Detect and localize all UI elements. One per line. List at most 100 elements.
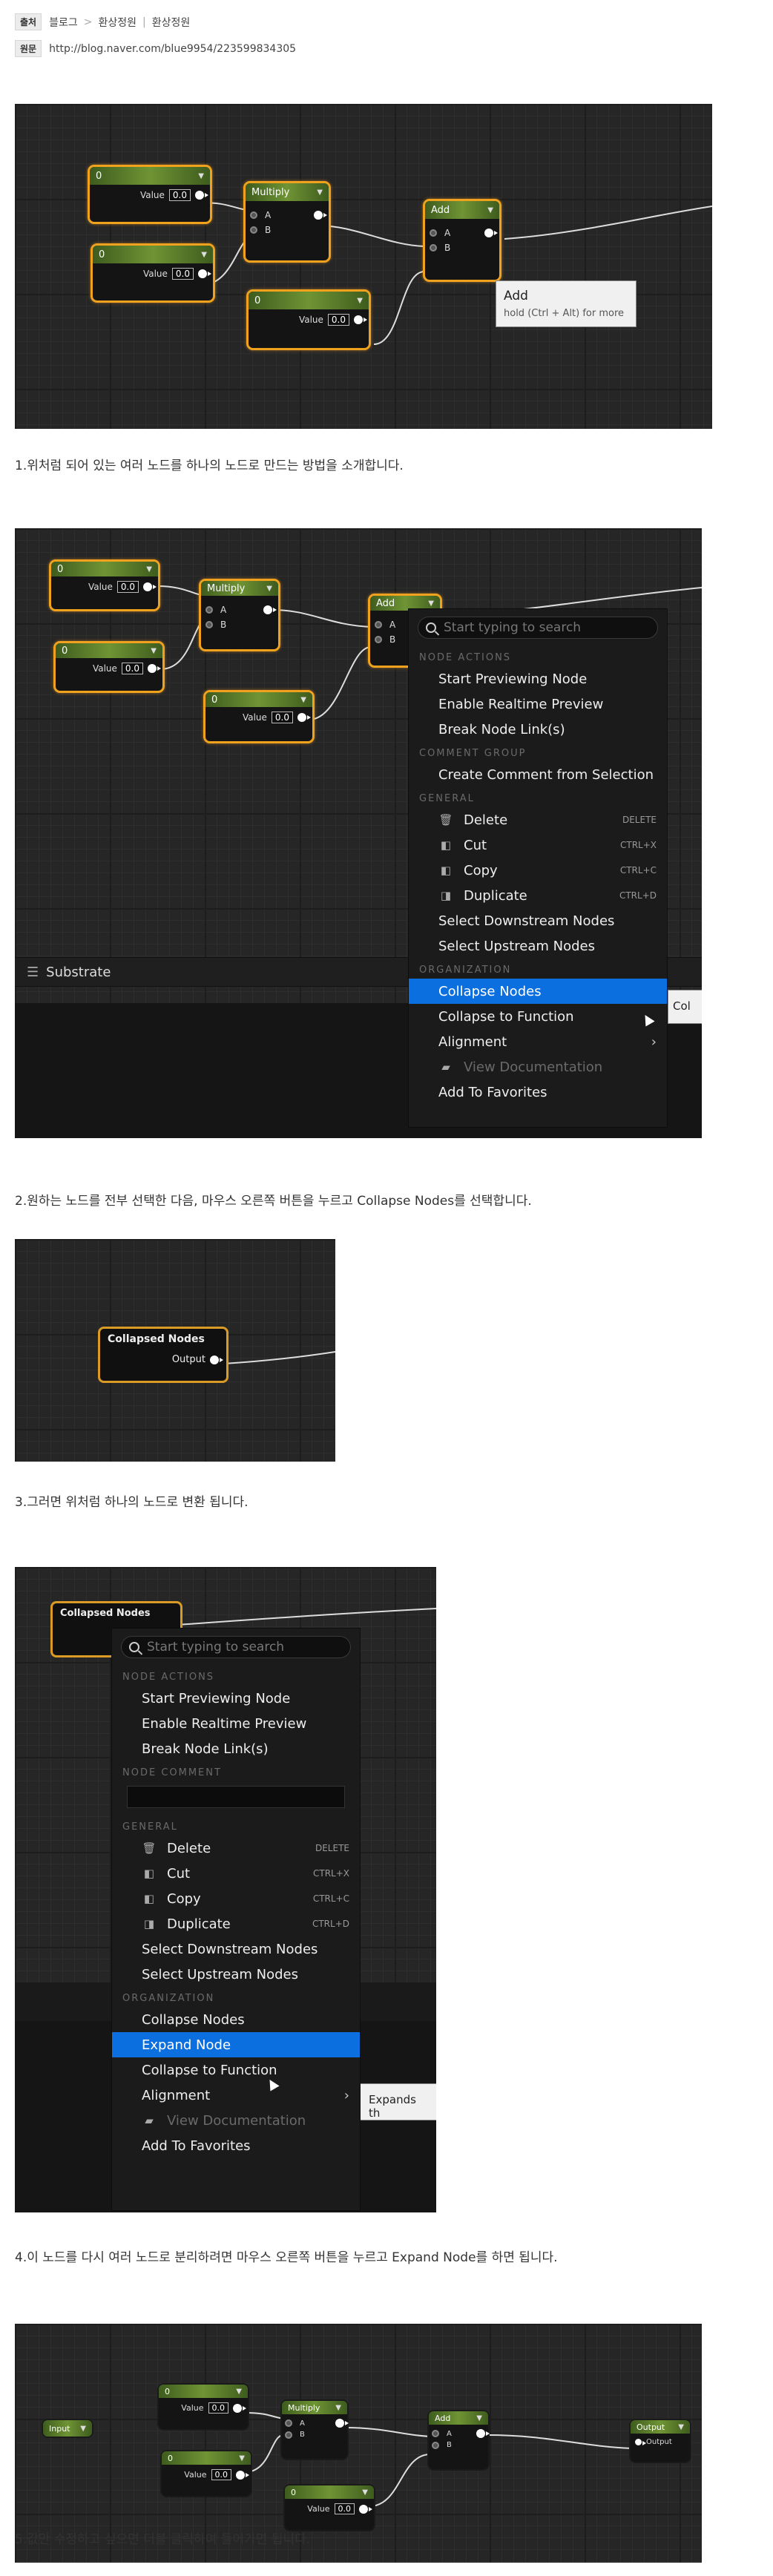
output-pin-icon[interactable] — [236, 2470, 249, 2480]
value-input[interactable]: 0.0 — [171, 268, 194, 280]
input-pin-icon[interactable] — [205, 621, 213, 628]
chevron-down-icon[interactable]: ▼ — [428, 599, 434, 608]
input-pin-icon[interactable] — [205, 606, 213, 614]
value-input[interactable]: 0.0 — [116, 581, 139, 593]
menu-item-delete[interactable]: 🗑 Delete DELETE — [409, 807, 667, 832]
menu-item-select-downstream[interactable]: Select Downstream Nodes — [409, 908, 667, 933]
chevron-down-icon[interactable]: ▼ — [300, 696, 306, 704]
multiply-node[interactable]: Multiply ▼ A B — [280, 2399, 349, 2460]
breadcrumb-blog[interactable]: 블로그 — [49, 15, 78, 30]
menu-item-alignment[interactable]: Alignment › — [112, 2083, 360, 2108]
menu-item-collapse-nodes[interactable]: Collapse Nodes — [409, 979, 667, 1004]
menu-item-duplicate[interactable]: ◨ Duplicate CTRL+D — [112, 1911, 360, 1936]
input-pin-icon[interactable] — [432, 2441, 439, 2449]
menu-item-collapse-function[interactable]: Collapse to Function — [112, 2057, 360, 2083]
chevron-down-icon[interactable]: ▼ — [239, 2454, 245, 2462]
menu-item-select-upstream[interactable]: Select Upstream Nodes — [112, 1962, 360, 1987]
output-pin-icon[interactable] — [198, 269, 211, 278]
input-pin-icon[interactable] — [375, 636, 382, 643]
chevron-down-icon[interactable]: ▼ — [236, 2388, 242, 2396]
constant-node-3[interactable]: 0 ▼ Value 0.0 — [246, 289, 371, 350]
chevron-down-icon[interactable]: ▼ — [80, 2425, 86, 2433]
menu-item-select-upstream[interactable]: Select Upstream Nodes — [409, 933, 667, 959]
output-pin-icon[interactable] — [335, 2419, 349, 2428]
input-pin-icon[interactable] — [430, 229, 437, 237]
output-node[interactable]: Output ▼ Output — [629, 2419, 691, 2463]
output-pin-icon[interactable] — [354, 315, 367, 324]
menu-item-start-preview[interactable]: Start Previewing Node — [409, 666, 667, 691]
chevron-down-icon[interactable]: ▼ — [357, 297, 363, 305]
chevron-down-icon[interactable]: ▼ — [335, 2404, 341, 2412]
multiply-node[interactable]: Multiply ▼ A B — [199, 579, 280, 651]
menu-item-expand-node[interactable]: Expand Node — [112, 2032, 360, 2057]
multiply-node[interactable]: Multiply ▼ A B — [243, 181, 331, 263]
menu-item-add-favorites[interactable]: Add To Favorites — [409, 1080, 667, 1105]
chevron-down-icon[interactable]: ▼ — [151, 647, 157, 655]
output-pin-icon[interactable] — [263, 605, 277, 614]
input-node[interactable]: Input ▼ — [42, 2419, 93, 2438]
output-pin-icon[interactable] — [210, 1355, 223, 1364]
menu-item-realtime-preview[interactable]: Enable Realtime Preview — [409, 691, 667, 717]
menu-item-copy[interactable]: ◧ Copy CTRL+C — [409, 858, 667, 883]
breadcrumb-blog-name[interactable]: 환상정원 — [98, 15, 136, 30]
collapsed-nodes-node[interactable]: Collapsed Nodes Output — [98, 1327, 228, 1383]
input-pin-icon[interactable] — [375, 621, 382, 628]
menu-item-delete[interactable]: 🗑 Delete DELETE — [112, 1836, 360, 1861]
input-pin-icon[interactable] — [432, 2430, 439, 2437]
output-pin-icon[interactable] — [297, 713, 311, 722]
menu-item-create-comment[interactable]: Create Comment from Selection — [409, 762, 667, 787]
chevron-down-icon[interactable]: ▼ — [198, 172, 204, 180]
input-pin-icon[interactable] — [285, 2431, 292, 2439]
menu-item-copy[interactable]: ◧ Copy CTRL+C — [112, 1886, 360, 1911]
menu-item-start-preview[interactable]: Start Previewing Node — [112, 1686, 360, 1711]
chevron-down-icon[interactable]: ▼ — [317, 188, 323, 197]
value-input[interactable]: 0.0 — [208, 2402, 228, 2414]
output-pin-icon[interactable] — [233, 2403, 246, 2413]
menu-item-duplicate[interactable]: ◨ Duplicate CTRL+D — [409, 883, 667, 908]
menu-search-input[interactable]: Start typing to search — [121, 1636, 351, 1658]
value-input[interactable]: 0.0 — [121, 663, 143, 674]
input-pin-icon[interactable] — [250, 226, 257, 234]
chevron-down-icon[interactable]: ▼ — [487, 206, 493, 214]
output-pin-icon[interactable] — [484, 229, 498, 237]
constant-node-2[interactable]: 0 ▼ Value 0.0 — [53, 641, 165, 693]
menu-item-collapse-nodes[interactable]: Collapse Nodes — [112, 2007, 360, 2032]
menu-item-collapse-function[interactable]: Collapse to Function — [409, 1004, 667, 1029]
input-pin-icon[interactable] — [250, 211, 257, 219]
value-input[interactable]: 0.0 — [271, 712, 293, 723]
value-input[interactable]: 0.0 — [168, 189, 191, 201]
constant-node-1[interactable]: 0 ▼ Value 0.0 — [157, 2383, 249, 2431]
menu-item-cut[interactable]: ◧ Cut CTRL+X — [409, 832, 667, 858]
output-pin-icon[interactable] — [148, 664, 161, 673]
chevron-down-icon[interactable]: ▼ — [146, 565, 152, 574]
original-url-link[interactable]: http://blog.naver.com/blue9954/223599834… — [49, 43, 296, 55]
chevron-down-icon[interactable]: ▼ — [266, 585, 272, 593]
constant-node-3[interactable]: 0 ▼ Value 0.0 — [283, 2484, 375, 2531]
input-pin-icon[interactable] — [285, 2419, 292, 2427]
output-pin-icon[interactable] — [195, 191, 208, 200]
menu-item-select-downstream[interactable]: Select Downstream Nodes — [112, 1936, 360, 1962]
menu-item-cut[interactable]: ◧ Cut CTRL+X — [112, 1861, 360, 1886]
chevron-down-icon[interactable]: ▼ — [678, 2423, 684, 2431]
constant-node-2[interactable]: 0 ▼ Value 0.0 — [91, 243, 215, 303]
add-node[interactable]: Add ▼ A B — [427, 2410, 490, 2471]
author-name[interactable]: 환상정원 — [152, 15, 191, 30]
output-pin-icon[interactable] — [476, 2429, 490, 2438]
value-input[interactable]: 0.0 — [334, 2503, 355, 2514]
constant-node-1[interactable]: 0 ▼ Value 0.0 — [49, 559, 160, 611]
menu-search-input[interactable]: Start typing to search — [418, 617, 658, 639]
constant-node-2[interactable]: 0 ▼ Value 0.0 — [160, 2450, 252, 2497]
menu-item-break-links[interactable]: Break Node Link(s) — [409, 717, 667, 742]
chevron-down-icon[interactable]: ▼ — [362, 2488, 368, 2497]
chevron-down-icon[interactable]: ▼ — [201, 251, 207, 259]
constant-node-1[interactable]: 0 ▼ Value 0.0 — [88, 165, 212, 224]
menu-item-add-favorites[interactable]: Add To Favorites — [112, 2133, 360, 2158]
menu-item-realtime-preview[interactable]: Enable Realtime Preview — [112, 1711, 360, 1736]
constant-node-3[interactable]: 0 ▼ Value 0.0 — [203, 690, 315, 743]
add-node[interactable]: Add ▼ A B — [423, 199, 501, 282]
input-pin-icon[interactable] — [430, 244, 437, 252]
output-pin-icon[interactable] — [314, 211, 327, 220]
node-comment-input[interactable] — [127, 1786, 345, 1808]
output-pin-icon[interactable] — [143, 582, 157, 591]
output-pin-icon[interactable] — [359, 2504, 372, 2514]
